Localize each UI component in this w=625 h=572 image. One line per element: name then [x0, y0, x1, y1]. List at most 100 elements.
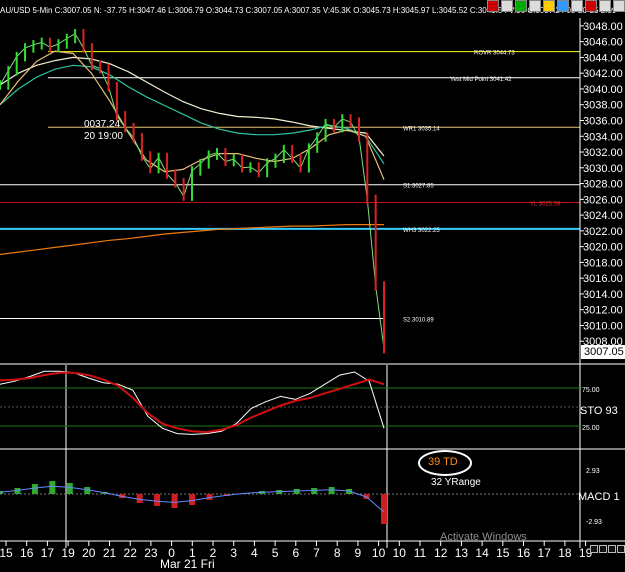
x-tick-label: 4: [251, 546, 258, 560]
toolbar-button-5[interactable]: [543, 0, 555, 12]
y-tick-label: 3040.00: [583, 84, 623, 96]
y-tick-label: 3016.00: [583, 273, 623, 285]
sto-tick-label: 25.00: [582, 425, 600, 432]
x-tick-label: 19: [61, 546, 75, 560]
y-tick-label: 3036.00: [583, 115, 623, 127]
panel-button-3[interactable]: [608, 545, 616, 553]
macd-histogram-bar: [154, 494, 161, 506]
x-tick-label: 5: [272, 546, 279, 560]
x-tick-label: 11: [414, 546, 427, 560]
macd-histogram-bar: [189, 494, 195, 505]
level-label: Yest Mid Point 3041.42: [450, 77, 512, 83]
sto-line: [0, 370, 385, 435]
toolbar-button-6[interactable]: [557, 0, 569, 12]
toolbar-button-10[interactable]: [613, 0, 625, 12]
level-label: S2 3010.89: [403, 317, 434, 323]
x-tick-label: 7: [313, 546, 320, 560]
y-axis: 3048.00 3046.00 3044.00 3042.00 3040.00 3038.…: [0, 18, 625, 548]
panel-button-2[interactable]: [599, 545, 607, 553]
x-tick-label: 10: [372, 546, 386, 560]
y-tick-label: 3022.00: [583, 226, 623, 238]
x-tick-label: 23: [144, 546, 158, 560]
y-tick-label: 3014.00: [583, 289, 623, 301]
x-tick-label: 16: [517, 546, 531, 560]
toolbar-button-4[interactable]: [529, 0, 541, 12]
moving-averages: [0, 50, 385, 256]
price-levels: ROVR 3044.73 Yest Mid Point 3041.42 WR1 30…: [0, 51, 580, 323]
toolbar: [487, 0, 625, 14]
macd-histogram-bar: [328, 487, 335, 494]
x-tick-label: 10: [393, 546, 407, 560]
macd-label: MACD 1: [578, 491, 620, 503]
chart-canvas: ROVR 3044.73 Yest Mid Point 3041.42 WR1 30…: [0, 18, 625, 571]
toolbar-button-3[interactable]: [515, 0, 527, 12]
y-tick-label: 3018.00: [583, 257, 623, 269]
macd-histogram-bar: [66, 483, 73, 494]
y-tick-label: 3012.00: [583, 305, 623, 317]
x-tick-label: 16: [20, 546, 34, 560]
macd-histogram-bar: [171, 494, 178, 508]
x-tick-label: 13: [455, 546, 469, 560]
x-tick-label: 14: [475, 546, 489, 560]
macd-histogram-bar: [311, 488, 318, 494]
x-date-label: Mar 21 Fri: [160, 557, 215, 571]
x-tick-label: 17: [538, 546, 552, 560]
toolbar-button-8[interactable]: [585, 0, 597, 12]
level-label: WH3 3022.25: [403, 228, 440, 234]
x-tick-label: 6: [292, 546, 299, 560]
y-tick-label: 3024.00: [583, 210, 623, 222]
x-tick-label: 15: [496, 546, 510, 560]
x-tick-label: 17: [41, 546, 55, 560]
y-tick-label: 3044.00: [583, 52, 623, 64]
y-tick-label: 3034.00: [583, 131, 623, 143]
toolbar-button-2[interactable]: [501, 0, 513, 12]
level-label: WR1 3035.14: [403, 126, 440, 132]
activate-windows-watermark: Activate Windows: [440, 531, 527, 543]
td-label: 39 TD: [428, 456, 458, 468]
stochastic-panel: 75.00 25.00: [0, 370, 600, 435]
y-tick-label: 3032.00: [583, 147, 623, 159]
level-label: S1 3027.85: [403, 184, 434, 190]
y-tick-label: 3046.00: [583, 37, 623, 49]
grid-lines: [65, 365, 388, 548]
x-tick-label: 15: [0, 546, 13, 560]
y-tick-label: 3030.00: [583, 163, 623, 175]
macd-tick-label: -2.93: [586, 519, 602, 526]
stochastic-label: STO 93: [580, 405, 618, 417]
panel-buttons: [590, 545, 625, 553]
x-tick-label: 18: [558, 546, 572, 560]
macd-tick-label: 2.93: [586, 468, 600, 475]
y-tick-label: 3020.00: [583, 242, 623, 254]
x-tick-label: 20: [82, 546, 96, 560]
panel-button-1[interactable]: [590, 545, 598, 553]
moving-average-line: [0, 64, 385, 165]
y-tick-label: 3042.00: [583, 68, 623, 80]
panel-button-4[interactable]: [617, 545, 625, 553]
x-tick-label: 8: [334, 546, 341, 560]
toolbar-button-7[interactable]: [571, 0, 583, 12]
toolbar-button-9[interactable]: [599, 0, 611, 12]
sto-line: [0, 371, 385, 434]
last-price-tag: 3007.05: [581, 345, 625, 359]
annotation-time: 20 19:00: [84, 131, 123, 142]
moving-average-line: [0, 50, 385, 180]
x-axis: 15 16 17 19 20 21 22 23 0 1 2 3 4 5 6 7 8 9 10 10 11 12 13 14 15…: [0, 541, 593, 571]
macd-histogram-bar: [49, 481, 56, 494]
x-tick-label: 21: [103, 546, 117, 560]
sto-tick-label: 75.00: [582, 387, 600, 394]
x-tick-label: 9: [355, 546, 362, 560]
y-tick-label: 3010.00: [583, 320, 623, 332]
y-tick-label: 3038.00: [583, 100, 623, 112]
y-tick-label: 3026.00: [583, 194, 623, 206]
annotation-price: 0037.24: [84, 119, 121, 130]
toolbar-button-1[interactable]: [487, 0, 499, 12]
x-tick-label: 3: [230, 546, 237, 560]
macd-histogram-bar: [381, 494, 387, 524]
macd-histogram-bar: [31, 484, 38, 494]
level-label: ROVR 3044.73: [474, 51, 515, 57]
macd-panel: 2.93 -2.93: [0, 468, 602, 526]
x-tick-label: 12: [434, 546, 448, 560]
level-label: YL 3025.59: [530, 202, 561, 208]
macd-histogram-bar: [136, 494, 143, 503]
x-tick-label: 22: [124, 546, 138, 560]
